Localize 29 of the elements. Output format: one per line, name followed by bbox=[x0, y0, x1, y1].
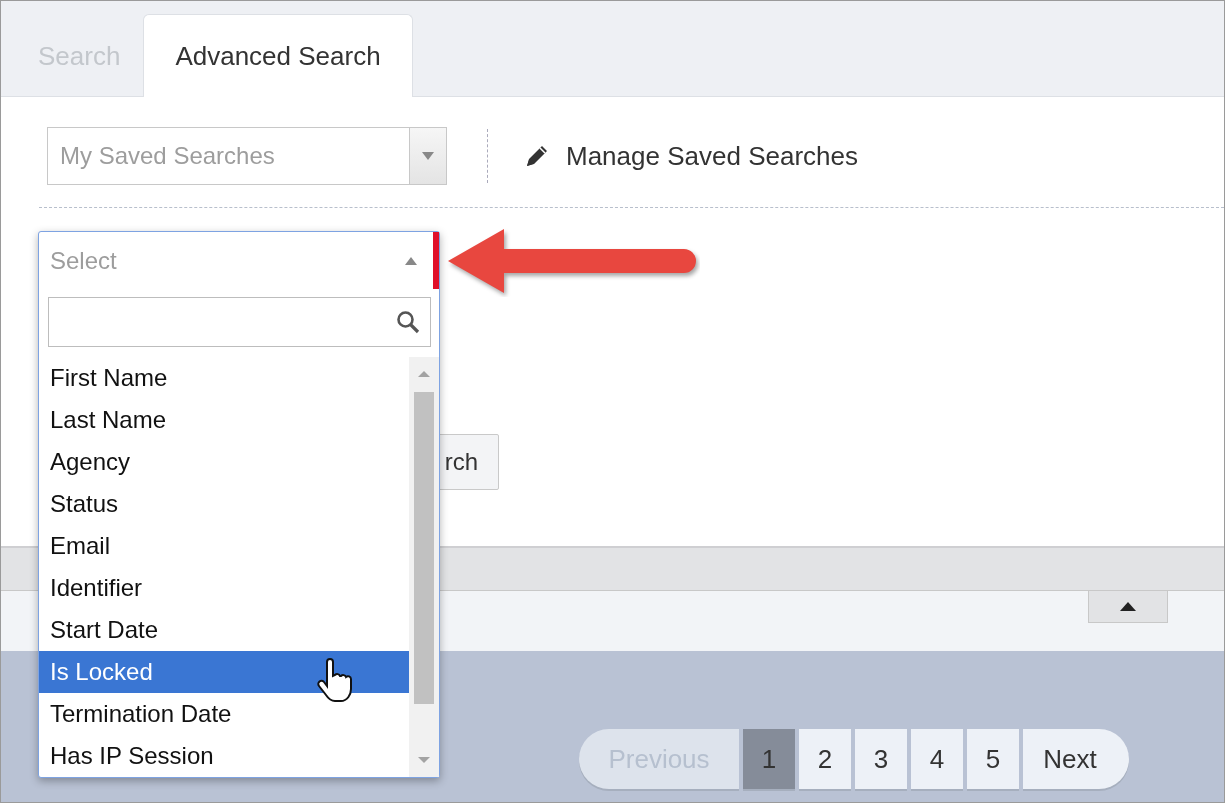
collapse-button[interactable] bbox=[1088, 591, 1168, 623]
caret-up-icon bbox=[405, 256, 417, 265]
page-button[interactable]: 3 bbox=[855, 729, 907, 789]
caret-down-icon bbox=[422, 152, 434, 160]
option-item[interactable]: Has IP Session bbox=[39, 735, 409, 777]
select-placeholder: Select bbox=[50, 246, 118, 275]
option-item[interactable]: Identifier bbox=[39, 567, 409, 609]
manage-saved-searches-link[interactable]: Manage Saved Searches bbox=[524, 140, 858, 172]
highlight-bar bbox=[433, 232, 439, 289]
option-item[interactable]: Email bbox=[39, 525, 409, 567]
tab[interactable]: Advanced Search bbox=[143, 14, 413, 97]
field-select-dropdown[interactable]: Select First Name Last Name Agency Status Email Identifier Start Date Is Locked Termination Date Has IP Session bbox=[38, 231, 440, 778]
search-icon bbox=[396, 310, 420, 334]
filter-field[interactable] bbox=[48, 297, 431, 347]
option-item[interactable]: Last Name bbox=[39, 399, 409, 441]
option-item[interactable]: Agency bbox=[39, 441, 409, 483]
pencil-icon bbox=[524, 143, 550, 169]
option-item[interactable]: Is Locked bbox=[39, 651, 409, 693]
page-button[interactable]: 1 bbox=[743, 729, 795, 789]
hand-cursor-icon bbox=[317, 658, 353, 704]
option-item[interactable]: Termination Date bbox=[39, 693, 409, 735]
option-item[interactable]: First Name bbox=[39, 357, 409, 399]
page-button[interactable]: 2 bbox=[799, 729, 851, 789]
next-button[interactable]: Next bbox=[1023, 729, 1129, 789]
page-button[interactable]: 5 bbox=[967, 729, 1019, 789]
option-item[interactable]: Status bbox=[39, 483, 409, 525]
scrollbar[interactable] bbox=[409, 357, 439, 777]
page-button[interactable]: 4 bbox=[911, 729, 963, 789]
caret-up-icon bbox=[1120, 602, 1136, 611]
